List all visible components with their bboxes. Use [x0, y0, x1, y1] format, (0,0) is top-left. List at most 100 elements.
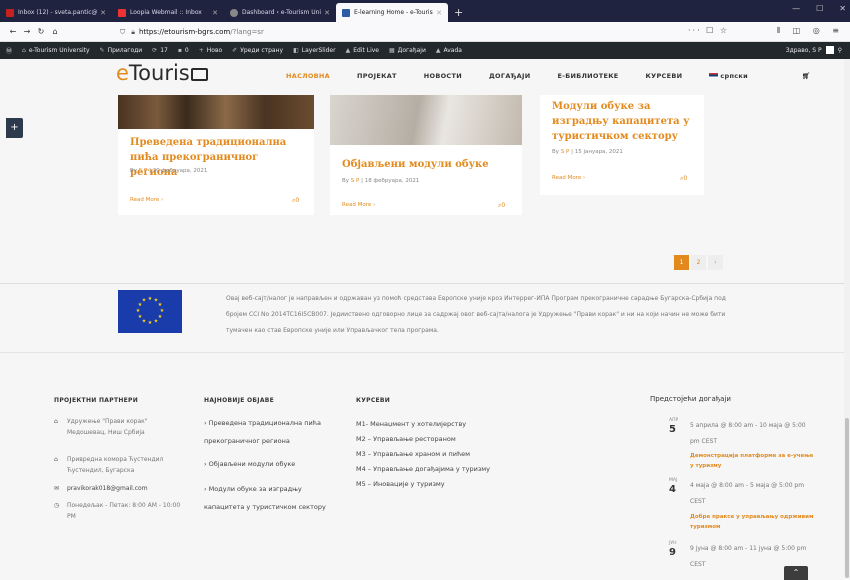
admin-edit-live[interactable]: ▲ Edit Live [346, 47, 379, 54]
recent-post-link[interactable]: › Преведена традиционална пића прекогран… [204, 414, 334, 450]
shield-icon: ⛉ [120, 27, 126, 36]
course-link[interactable]: M4 – Управљање догађајима у туризму [356, 465, 490, 473]
avada-icon: ▲ [345, 47, 351, 54]
course-link[interactable]: M1- Менаџмент у хотелијерству [356, 420, 466, 428]
menu-language[interactable]: српски [709, 72, 775, 80]
read-more-link[interactable]: Read More › [130, 197, 163, 203]
scrollbar-thumb[interactable] [845, 418, 849, 578]
next-page[interactable]: › [708, 255, 723, 270]
browser-tab-elearning[interactable]: E-learning Home - e-Tourism U✕ [336, 3, 448, 22]
read-more-link[interactable]: Read More › [552, 175, 585, 181]
page-actions-icon[interactable]: ··· ☐ ☆ [688, 26, 729, 35]
admin-layerslider[interactable]: ◧ LayerSlider [293, 47, 336, 54]
lock-icon: 🔒︎ [131, 27, 135, 36]
close-icon[interactable]: ✕ [212, 9, 218, 17]
home-icon: ⌂ [22, 47, 26, 54]
plus-icon: + [198, 47, 204, 54]
menu-news[interactable]: НОВОСТИ [424, 72, 462, 80]
home-icon[interactable]: ⌂ [48, 27, 62, 36]
browser-tab-gmail[interactable]: Inbox (12) - sveta.pantic@gm✕ [0, 3, 112, 22]
eu-disclaimer: Овај веб-сајт/налог је направљен и одржа… [226, 295, 726, 334]
course-link[interactable]: M2 – Управљање ресторaном [356, 435, 456, 443]
event-title-link[interactable]: Демонстрација платформе за e-учење у тур… [690, 451, 815, 471]
event-time: 5 априла @ 8:00 am - 10 маја @ 5:00 pm C… [690, 422, 806, 445]
site-header: eTouris НАСЛОВНА ПРОЈЕКАТ НОВОСТИ ДОГАЂА… [0, 59, 850, 95]
url-host: https://etourism-bgrs.com [138, 28, 231, 36]
browser-tab-bar: Inbox (12) - sveta.pantic@gm✕ Loopia Web… [0, 0, 850, 22]
admin-avada[interactable]: ▲ Avada [436, 47, 462, 54]
minimize-icon[interactable]: — [792, 4, 800, 13]
browser-nav-bar: ← → ↻ ⌂ ⛉ 🔒︎ https://etourism-bgrs.com/?… [0, 22, 850, 42]
close-icon[interactable]: ✕ [324, 9, 330, 17]
event-title-link[interactable]: Добре праксе у управљању одрживим туризм… [690, 512, 815, 532]
svg-text:★: ★ [154, 319, 159, 325]
post-title[interactable]: Објављени модули обуке [342, 157, 516, 172]
post-title[interactable]: Модули обуке за изградњу капацитета у ту… [552, 99, 702, 144]
avatar [825, 46, 834, 54]
post-card: Објављени модули обуке By S P | 18 фебру… [330, 95, 522, 215]
add-block-button[interactable]: + [6, 118, 23, 138]
url-bar[interactable]: ⛉ 🔒︎ https://etourism-bgrs.com/?lang=sr [120, 25, 760, 39]
window-controls: — ☐ ✕ [792, 4, 846, 13]
browser-tab-dashboard[interactable]: Dashboard ‹ e-Tourism Univers✕ [224, 3, 336, 22]
svg-text:★: ★ [136, 308, 141, 314]
admin-customize[interactable]: ✎ Прилагоди [100, 47, 143, 54]
page-1[interactable]: 1 [674, 255, 689, 270]
clock-icon: ◷ [54, 502, 60, 509]
admin-edit-page[interactable]: ✐ Уреди страну [232, 47, 283, 54]
site-logo[interactable]: eTouris [116, 61, 208, 85]
loopia-icon [118, 8, 126, 17]
menu-home[interactable]: НАСЛОВНА [286, 72, 330, 80]
back-icon[interactable]: ← [6, 27, 20, 36]
partner-item: ⌂ Удружење "Прави корак" Медошевац, Ниш С… [54, 418, 148, 436]
post-author-link[interactable]: S P [139, 168, 148, 174]
read-more-link[interactable]: Read More › [342, 202, 375, 208]
course-link[interactable]: M3 – Управљање храном и пићем [356, 450, 470, 458]
svg-text:★: ★ [138, 314, 143, 320]
admin-account[interactable]: Здраво, S P ⚲ [786, 46, 842, 54]
toolbar-icons[interactable]: ⫴ ◫ ◎ ≡ [777, 26, 844, 36]
admin-updates[interactable]: ⟳ 17 [152, 47, 168, 54]
updates-icon: ⟳ [152, 47, 158, 54]
recent-post-link[interactable]: › Модули обуке за изградњу капацитета у … [204, 480, 334, 516]
admin-new[interactable]: + Ново [199, 47, 222, 54]
footer-courses-title: КУРСЕВИ [356, 397, 391, 404]
forward-icon[interactable]: → [20, 27, 34, 36]
post-meta: By S P | 15 јануара, 2021 [552, 149, 623, 155]
post-card: Преведена традиционална пића прекогранич… [118, 95, 314, 215]
comments-link[interactable]: ⌕0 [292, 197, 299, 205]
close-icon[interactable]: ✕ [100, 9, 106, 17]
divider [0, 283, 850, 284]
comments-link[interactable]: ⌕0 [498, 202, 505, 210]
search-icon[interactable]: ⚲ [838, 47, 842, 54]
wordpress-logo-icon[interactable]: Ⓦ [6, 46, 12, 55]
brush-icon: ✎ [99, 47, 105, 54]
menu-events[interactable]: ДОГАЂАЈИ [489, 72, 531, 80]
graduation-cap-icon [190, 68, 208, 81]
opening-hours: ◷ Понедељак - Петак: 8:00 AM - 10:00 PM [54, 502, 181, 520]
comment-icon: ▪ [177, 47, 182, 54]
post-author-link[interactable]: S P [561, 149, 570, 155]
menu-project[interactable]: ПРОЈЕКАТ [357, 72, 397, 80]
post-author-link[interactable]: S P [351, 178, 360, 184]
menu-courses[interactable]: КУРСЕВИ [646, 72, 683, 80]
new-tab-button[interactable]: + [448, 3, 469, 22]
close-icon[interactable]: ✕ [436, 9, 442, 17]
admin-site-name[interactable]: ⌂ e-Tourism University [22, 47, 90, 54]
page-2[interactable]: 2 [691, 255, 706, 270]
recent-post-link[interactable]: › Објављени модули обуке [204, 455, 334, 473]
reload-icon[interactable]: ↻ [34, 27, 48, 36]
course-link[interactable]: M5 – Иновације у туризму [356, 480, 445, 488]
comments-link[interactable]: ⌕0 [680, 175, 687, 183]
menu-elibraries[interactable]: Е-БИБЛИОТЕКЕ [557, 72, 618, 80]
wp-admin-bar: Ⓦ ⌂ e-Tourism University ✎ Прилагоди ⟳ 17 ▪… [0, 42, 850, 59]
maximize-icon[interactable]: ☐ [816, 4, 823, 13]
post-image[interactable] [330, 95, 522, 145]
email-link[interactable]: ✉ pravikorak018@gmail.com [54, 483, 187, 494]
cart-icon[interactable]: 🛒︎ [802, 72, 811, 80]
browser-tab-webmail[interactable]: Loopia Webmail :: Inbox ✕ [112, 3, 224, 22]
post-image[interactable] [118, 95, 314, 129]
close-window-icon[interactable]: ✕ [839, 4, 846, 13]
admin-events[interactable]: ▦ Догађаји [389, 47, 426, 54]
admin-comments[interactable]: ▪ 0 [178, 47, 189, 54]
